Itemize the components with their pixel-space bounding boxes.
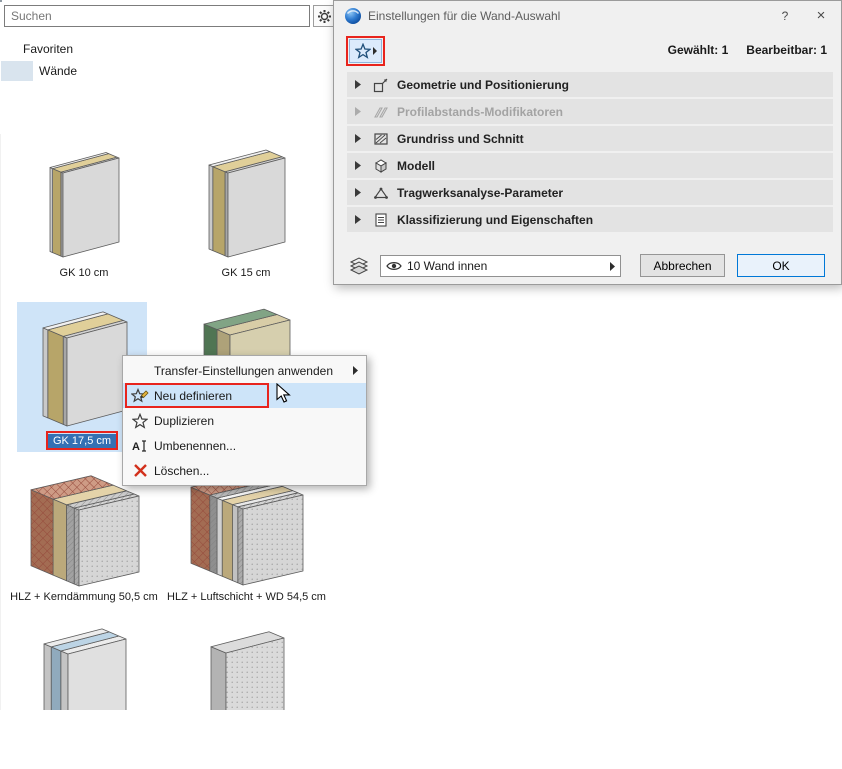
tree-item-label: Wände: [39, 64, 77, 78]
wall-preview-gk-15[interactable]: [204, 145, 290, 262]
selection-status: Gewählt: 1 Bearbeitbar: 1: [668, 43, 827, 57]
section-label: Tragwerksanalyse-Parameter: [397, 186, 563, 200]
expand-arrow-icon: [355, 161, 362, 171]
section-profilabstand[interactable]: Profilabstands-Modifikatoren: [347, 99, 833, 124]
tree-item-waende[interactable]: Wände: [1, 61, 33, 81]
status-editable: Bearbeitbar: 1: [746, 43, 827, 57]
selected-wall-label: GK 17,5 cm: [48, 434, 116, 448]
section-label: Geometrie und Positionierung: [397, 78, 569, 92]
close-button[interactable]: ×: [803, 1, 839, 31]
section-label: Modell: [397, 159, 435, 173]
mouse-cursor: [276, 383, 292, 404]
cancel-button[interactable]: Abbrechen: [640, 254, 725, 277]
dialog-title: Einstellungen für die Wand-Auswahl: [368, 1, 560, 31]
menu-item-label: Transfer-Einstellungen anwenden: [154, 364, 333, 378]
redefine-icon: [131, 387, 149, 404]
favorites-palette: Favoriten Wände GK 10 cm GK 15 cm GK 17,…: [0, 0, 2, 2]
section-klassifizierung[interactable]: Klassifizierung und Eigenschaften: [347, 207, 833, 232]
gear-icon: [317, 9, 332, 24]
flyout-arrow-icon: [373, 47, 377, 55]
annotation-box: [346, 36, 385, 66]
wall-preview-partial[interactable]: [206, 626, 289, 710]
annotation-box: GK 17,5 cm: [46, 431, 118, 450]
section-modell[interactable]: Modell: [347, 153, 833, 178]
wall-preview-gk-10[interactable]: [45, 147, 124, 262]
expand-arrow-icon: [355, 215, 362, 225]
svg-text:A: A: [132, 441, 140, 453]
menu-item-loeschen[interactable]: Löschen...: [123, 458, 366, 483]
menu-item-label: Löschen...: [154, 464, 209, 478]
model-icon: [373, 158, 389, 174]
menu-item-neu-definieren[interactable]: Neu definieren: [123, 383, 366, 408]
geometry-icon: [373, 77, 389, 93]
menu-item-label: Neu definieren: [154, 389, 232, 403]
section-label: Profilabstands-Modifikatoren: [397, 105, 563, 119]
dialog-footer: 10 Wand innen Abbrechen OK: [347, 253, 833, 279]
dialog-titlebar[interactable]: Einstellungen für die Wand-Auswahl ? ×: [334, 1, 841, 31]
eye-icon: [386, 260, 402, 272]
dialog-sections: Geometrie und Positionierung Profilabsta…: [347, 72, 833, 234]
combo-arrow-icon: [610, 262, 615, 271]
expand-arrow-icon: [355, 134, 362, 144]
wall-label: GK 10 cm: [3, 267, 165, 280]
layers-icon: [349, 257, 373, 275]
expand-arrow-icon: [355, 80, 362, 90]
menu-item-label: Duplizieren: [154, 414, 214, 428]
tree-item-favoriten[interactable]: Favoriten: [1, 39, 11, 59]
star-icon: [355, 43, 371, 59]
profile-offset-icon: [373, 104, 389, 120]
submenu-arrow-icon: [353, 366, 358, 375]
section-geometrie[interactable]: Geometrie und Positionierung: [347, 72, 833, 97]
wall-preview-gk-175[interactable]: [38, 306, 132, 431]
favorites-button[interactable]: [349, 39, 382, 63]
scroll-up-button[interactable]: [0, 134, 1, 150]
archicad-icon: [344, 7, 362, 25]
section-label: Grundriss und Schnitt: [397, 132, 524, 146]
ok-button[interactable]: OK: [737, 254, 825, 277]
expand-arrow-icon: [355, 188, 362, 198]
wall-settings-dialog: Einstellungen für die Wand-Auswahl ? × G…: [333, 0, 842, 285]
search-input[interactable]: [4, 5, 310, 27]
structural-analysis-icon: [373, 185, 389, 201]
section-label: Klassifizierung und Eigenschaften: [397, 213, 593, 227]
menu-item-umbenennen[interactable]: A Umbenennen...: [123, 433, 366, 458]
rename-icon: A: [132, 438, 148, 454]
wall-preview-partial[interactable]: [39, 623, 131, 710]
help-button[interactable]: ?: [769, 1, 801, 31]
wall-label: HLZ + Luftschicht + WD 54,5 cm: [164, 591, 329, 604]
wall-preview-hlz-luftschicht[interactable]: [186, 468, 308, 590]
scroll-down-button[interactable]: [0, 694, 1, 710]
layer-combo-value: 10 Wand innen: [407, 259, 610, 273]
delete-x-icon: [133, 463, 148, 478]
wall-preview-hlz-kerndaemmung[interactable]: [26, 470, 144, 591]
section-tragwerksanalyse[interactable]: Tragwerksanalyse-Parameter: [347, 180, 833, 205]
plan-section-icon: [373, 131, 389, 147]
wall-label: GK 15 cm: [165, 267, 327, 280]
status-selected: Gewählt: 1: [668, 43, 729, 57]
menu-item-label: Umbenennen...: [154, 439, 236, 453]
tree-item-label: Favoriten: [23, 42, 73, 56]
layer-combo[interactable]: 10 Wand innen: [380, 255, 621, 277]
menu-item-duplizieren[interactable]: Duplizieren: [123, 408, 366, 433]
wall-label: HLZ + Kerndämmung 50,5 cm: [3, 591, 165, 604]
star-icon: [132, 413, 148, 429]
menu-item-transfer-einstellungen[interactable]: Transfer-Einstellungen anwenden: [123, 358, 366, 383]
section-grundriss[interactable]: Grundriss und Schnitt: [347, 126, 833, 151]
scrollbar[interactable]: [0, 134, 1, 710]
classification-icon: [373, 212, 389, 228]
context-menu: Transfer-Einstellungen anwenden Neu defi…: [122, 355, 367, 486]
expand-arrow-icon: [355, 107, 362, 117]
